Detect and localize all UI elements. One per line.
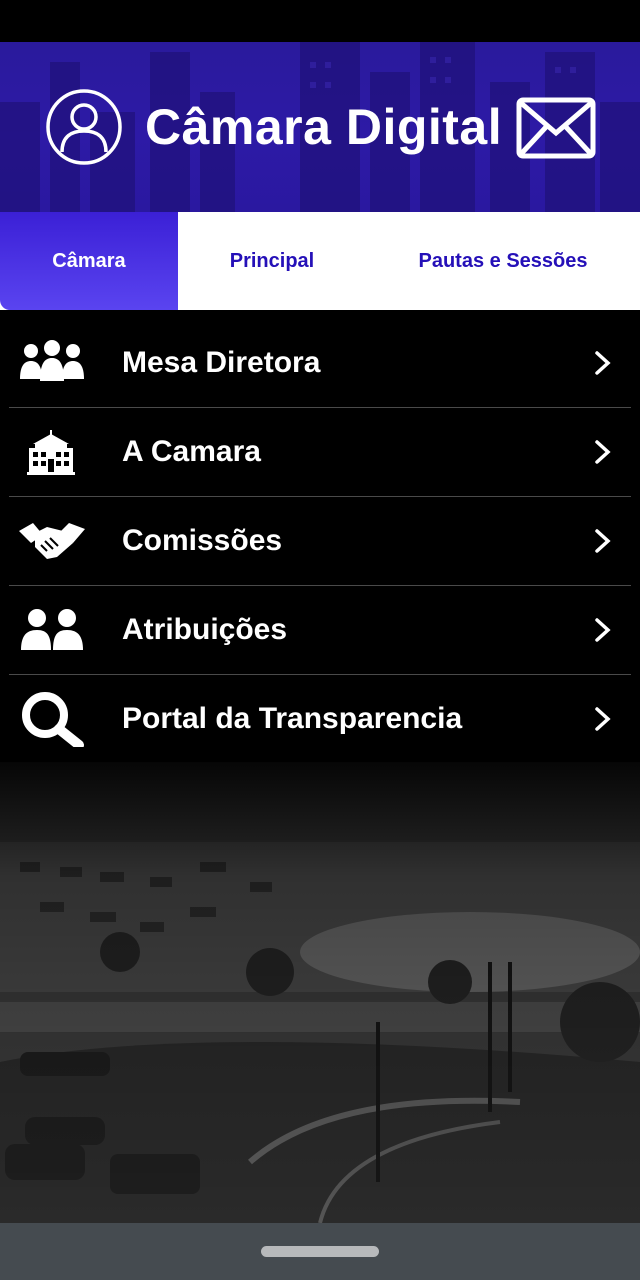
menu-item-label: Portal da Transparencia — [122, 702, 463, 735]
menu-item-atribuicoes[interactable]: Atribuições — [9, 586, 631, 675]
historic-plaza-photo — [0, 762, 640, 1223]
tab-label: Principal — [229, 249, 315, 272]
status-bar — [0, 0, 640, 42]
building-icon — [27, 430, 75, 475]
app-header: Câmara Digital — [0, 42, 640, 212]
envelope-icon[interactable] — [516, 97, 596, 159]
chevron-right-icon — [595, 351, 611, 375]
handshake-icon — [19, 523, 85, 559]
menu-item-comissoes[interactable]: Comissões — [9, 497, 631, 586]
tab-label: Câmara — [52, 249, 126, 272]
chevron-right-icon — [595, 529, 611, 553]
group-people-icon — [20, 340, 84, 381]
system-navigation-bar — [0, 1223, 640, 1280]
chevron-right-icon — [595, 618, 611, 642]
magnifier-icon — [22, 692, 84, 747]
home-gesture-handle[interactable] — [261, 1246, 379, 1257]
tab-principal[interactable]: Principal — [178, 212, 366, 310]
app-title: Câmara Digital — [145, 99, 503, 155]
user-circle-icon[interactable] — [45, 88, 123, 166]
menu-item-portal-da-transparencia[interactable]: Portal da Transparencia — [9, 675, 631, 764]
two-people-icon — [21, 609, 83, 650]
chevron-right-icon — [595, 440, 611, 464]
tab-camara[interactable]: Câmara — [0, 212, 178, 310]
tab-label: Pautas e Sessões — [418, 249, 588, 272]
menu-item-label: Atribuições — [122, 613, 288, 646]
menu-item-a-camara[interactable]: A Camara — [9, 408, 631, 497]
menu-item-label: A Camara — [122, 435, 261, 468]
tab-bar: Câmara Principal Pautas e Sessões — [0, 212, 640, 310]
menu-item-label: Comissões — [122, 524, 283, 557]
chevron-right-icon — [595, 707, 611, 731]
menu-item-mesa-diretora[interactable]: Mesa Diretora — [9, 319, 631, 408]
menu-item-label: Mesa Diretora — [122, 346, 321, 379]
tab-pautas-e-sessoes[interactable]: Pautas e Sessões — [366, 212, 640, 310]
menu-list: Mesa Diretora A Camara Comissões Atribui… — [9, 319, 631, 764]
